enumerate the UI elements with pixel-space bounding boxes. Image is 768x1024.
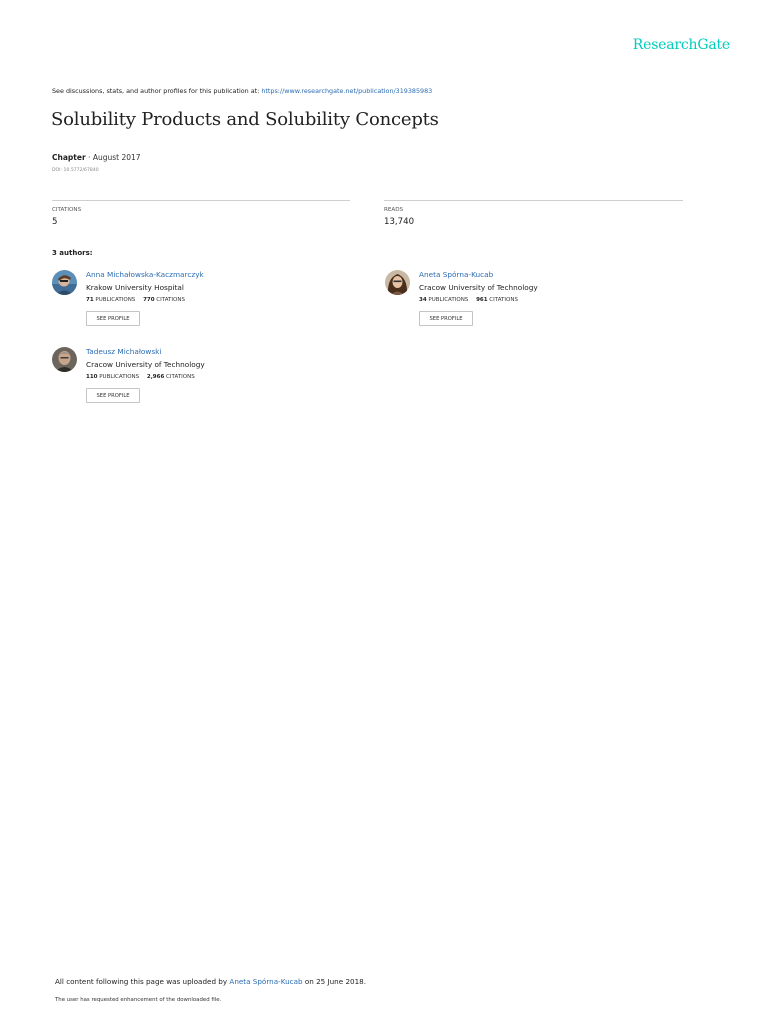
- author-stats: 71 PUBLICATIONS 770 CITATIONS: [86, 297, 185, 303]
- author-stats: 34 PUBLICATIONS 961 CITATIONS: [419, 297, 518, 303]
- author-stats: 110 PUBLICATIONS 2,966 CITATIONS: [86, 374, 195, 380]
- publication-meta: Chapter · August 2017: [52, 153, 141, 162]
- citations-label: CITATIONS: [166, 374, 195, 380]
- intro-text: See discussions, stats, and author profi…: [52, 87, 260, 95]
- citations-count: 2,966: [146, 374, 165, 380]
- publications-count: 110: [86, 374, 98, 380]
- citations-label: CITATIONS: [489, 297, 518, 303]
- author-institution: Cracow University of Technology: [86, 360, 205, 369]
- meta-separator: ·: [85, 153, 93, 162]
- enhancement-note: The user has requested enhancement of th…: [55, 997, 222, 1003]
- author-name-link[interactable]: Aneta Spórna-Kucab: [419, 270, 493, 279]
- reads-label: READS: [384, 207, 404, 213]
- avatar[interactable]: [385, 270, 410, 295]
- author-card: Tadeusz Michałowski Cracow University of…: [52, 347, 352, 411]
- upload-suffix: on 25 June 2018.: [304, 977, 367, 986]
- citations-count: 961: [476, 297, 488, 303]
- author-card: Aneta Spórna-Kucab Cracow University of …: [385, 270, 685, 334]
- see-profile-button[interactable]: SEE PROFILE: [86, 311, 140, 326]
- publications-count: 71: [86, 297, 94, 303]
- uploader-link[interactable]: Aneta Spórna-Kucab: [229, 977, 302, 986]
- publication-type: Chapter: [52, 153, 86, 162]
- citations-divider: [52, 200, 350, 201]
- avatar[interactable]: [52, 347, 77, 372]
- upload-prefix: All content following this page was uplo…: [55, 977, 228, 986]
- page-title: Solubility Products and Solubility Conce…: [51, 109, 439, 130]
- doi-text: DOI: 10.5772/67840: [52, 168, 99, 173]
- author-name-link[interactable]: Anna Michałowska-Kaczmarczyk: [86, 270, 204, 279]
- reads-divider: [384, 200, 683, 201]
- researchgate-logo[interactable]: ResearchGate: [600, 37, 730, 53]
- author-card: Anna Michałowska-Kaczmarczyk Krakow Univ…: [52, 270, 352, 334]
- publications-label: PUBLICATIONS: [428, 297, 469, 303]
- publication-link[interactable]: https://www.researchgate.net/publication…: [261, 87, 432, 95]
- upload-note: All content following this page was uplo…: [55, 977, 366, 986]
- see-profile-button[interactable]: SEE PROFILE: [86, 388, 140, 403]
- citations-count: 770: [143, 297, 155, 303]
- publications-label: PUBLICATIONS: [99, 374, 140, 380]
- see-profile-button[interactable]: SEE PROFILE: [419, 311, 473, 326]
- reads-count: 13,740: [384, 217, 415, 227]
- publications-label: PUBLICATIONS: [95, 297, 136, 303]
- intro-line: See discussions, stats, and author profi…: [52, 87, 432, 95]
- publications-count: 34: [419, 297, 427, 303]
- citations-label: CITATIONS: [52, 207, 82, 213]
- author-name-link[interactable]: Tadeusz Michałowski: [86, 347, 161, 356]
- citations-count: 5: [52, 217, 58, 227]
- publication-date: August 2017: [92, 153, 141, 162]
- author-institution: Cracow University of Technology: [419, 283, 538, 292]
- avatar[interactable]: [52, 270, 77, 295]
- citations-label: CITATIONS: [156, 297, 185, 303]
- author-institution: Krakow University Hospital: [86, 283, 184, 292]
- authors-heading: 3 authors:: [52, 249, 93, 257]
